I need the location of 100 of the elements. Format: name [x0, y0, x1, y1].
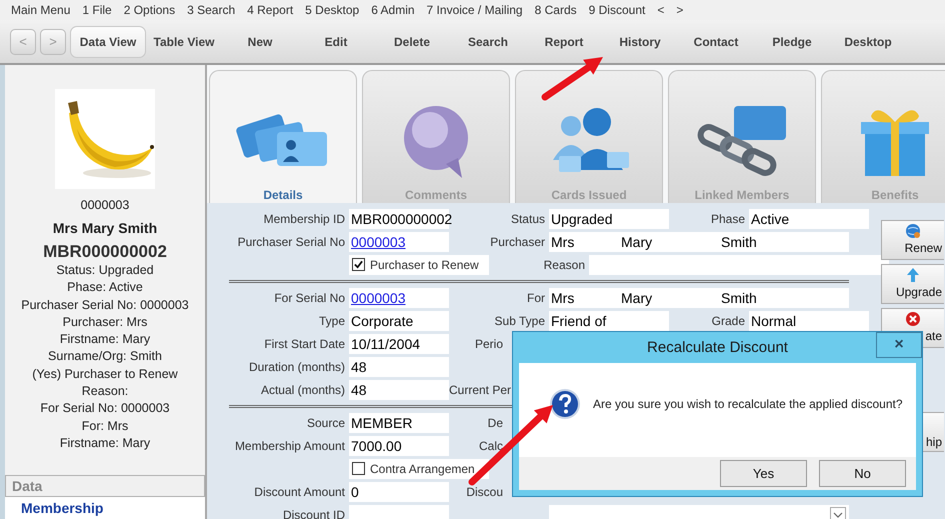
toolbar-button[interactable]: New	[222, 26, 298, 58]
field-label: Actual (months)	[260, 382, 346, 396]
checkbox-label: Purchaser to Renew	[370, 258, 479, 272]
checkbox[interactable]	[352, 258, 365, 271]
menu-item[interactable]: 3 Search	[187, 3, 236, 17]
tab[interactable]: Details	[209, 70, 357, 203]
field-label: Phase	[710, 212, 746, 226]
field-label: For	[526, 290, 546, 304]
text-field[interactable]: Upgraded	[549, 208, 669, 228]
serial-number: 0000003	[80, 198, 130, 212]
field-label: Purchaser Serial No	[236, 234, 346, 248]
field-label: Perio	[474, 336, 504, 350]
field-label: Purchaser	[489, 234, 546, 248]
serial-link[interactable]: 0000003	[351, 234, 406, 250]
toolbar-button[interactable]: Report	[526, 26, 602, 58]
summary-line: Status: Upgraded	[56, 262, 154, 279]
summary-line: Purchaser: Mrs	[62, 314, 148, 331]
field-label: Reason	[542, 258, 586, 272]
field-label: Discount ID	[282, 508, 346, 519]
name-part: Smith	[721, 290, 758, 306]
name-part: Smith	[721, 234, 758, 250]
field-label: First Start Date	[263, 336, 346, 350]
arrow-drawing	[542, 57, 603, 100]
field-label: Source	[306, 416, 346, 430]
close-button[interactable]: ×	[876, 332, 922, 358]
globe-icon	[905, 223, 921, 239]
text-field[interactable]: 0000003	[349, 232, 449, 252]
toolbar-button[interactable]: Table View	[146, 26, 222, 58]
section-link[interactable]: Membership	[5, 497, 205, 519]
field-label: Membership Amount	[234, 438, 346, 452]
text-field[interactable]: MBR000000002	[349, 208, 449, 228]
menu-item[interactable]: <	[657, 3, 664, 17]
checkbox[interactable]	[352, 462, 365, 475]
summary-line: (Yes) Purchaser to Renew	[32, 366, 178, 383]
text-field[interactable]: 48	[349, 380, 449, 400]
text-field[interactable]: 0000003	[349, 288, 449, 308]
text-field[interactable]: Corporate	[349, 310, 449, 330]
field-label: Discou	[465, 484, 504, 498]
field-label: Membership ID	[262, 212, 346, 226]
action-button[interactable]: Renew	[881, 220, 944, 260]
summary-line: Surname/Org: Smith	[48, 348, 162, 366]
menu-item[interactable]: 2 Options	[124, 3, 176, 17]
field-label: Status	[510, 212, 546, 226]
text-field[interactable]	[349, 504, 449, 519]
menu-item[interactable]: 8 Cards	[534, 3, 577, 17]
question-icon	[549, 388, 581, 420]
toolbar-button[interactable]: Edit	[298, 26, 374, 58]
toolbar-button[interactable]: Pledge	[754, 26, 830, 58]
toolbar-button[interactable]: History	[602, 26, 678, 58]
field-label: Sub Type	[494, 314, 546, 328]
text-field[interactable]: Friend of	[549, 310, 669, 330]
field-label: Discount Amount	[253, 484, 346, 498]
membership-id: MBR000000002	[43, 242, 167, 262]
dialog-button[interactable]: No	[819, 460, 906, 487]
text-field[interactable]: 0	[349, 482, 449, 502]
menu-item[interactable]: >	[676, 3, 684, 17]
section-header: Data	[5, 475, 205, 497]
dialog-title: Recalculate Discount	[647, 339, 788, 356]
text-field[interactable]: Active	[749, 208, 869, 228]
up-arrow-icon	[905, 267, 921, 283]
menu-item[interactable]: Main Menu	[11, 3, 70, 17]
text-field[interactable]: 48	[349, 356, 449, 376]
toolbar-button[interactable]: Desktop	[830, 26, 906, 58]
name-part: Mary	[621, 290, 654, 306]
toolbar-button[interactable]: Data View	[70, 26, 146, 58]
menu-item[interactable]: 7 Invoice / Mailing	[426, 3, 523, 17]
menu-item[interactable]: 5 Desktop	[305, 3, 360, 17]
action-button[interactable]: Upgrade	[881, 264, 944, 304]
checkbox-label: Contra Arrangemen	[370, 462, 475, 476]
toolbar-button[interactable]: Delete	[374, 26, 450, 58]
menu-item[interactable]: 1 File	[82, 3, 112, 17]
dropdown-field[interactable]	[549, 504, 849, 519]
summary-line: Phase: Active	[67, 279, 143, 296]
member-name: Mrs Mary Smith	[52, 220, 158, 236]
menu-item[interactable]: 9 Discount	[588, 3, 646, 17]
summary-line: For: Mrs	[82, 418, 128, 435]
name-part: Mary	[621, 234, 654, 250]
text-field[interactable]: 10/11/2004	[349, 334, 449, 354]
text-field[interactable]: MEMBER	[349, 412, 449, 432]
error-icon	[905, 311, 921, 327]
field-label: Type	[318, 314, 346, 328]
text-field[interactable]	[589, 254, 889, 274]
name-field[interactable]: Mrs Mary Smith	[549, 288, 849, 308]
menu-item[interactable]: 4 Report	[247, 3, 294, 17]
summary-line: Purchaser Serial No: 0000003	[21, 296, 189, 314]
toolbar-button[interactable]: Search	[450, 26, 526, 58]
field-label: For Serial No	[273, 290, 346, 304]
name-field[interactable]: Mrs Mary Smith	[549, 232, 849, 252]
name-part: Mrs	[551, 290, 576, 306]
chevron-down-icon	[830, 506, 846, 519]
serial-link[interactable]: 0000003	[351, 290, 406, 306]
field-label: Calc	[478, 438, 504, 452]
summary-line: For Serial No: 0000003	[40, 400, 170, 418]
dialog-button[interactable]: Yes	[720, 460, 807, 487]
text-field[interactable]: Normal	[749, 310, 869, 330]
toolbar-button[interactable]: Contact	[678, 26, 754, 58]
text-field[interactable]: 7000.00	[349, 436, 449, 456]
summary-line: Firstname: Mary	[60, 434, 150, 452]
menu-item[interactable]: 6 Admin	[371, 3, 415, 17]
dialog-message: Are you sure you wish to recalculate the applied discount?	[593, 397, 903, 411]
